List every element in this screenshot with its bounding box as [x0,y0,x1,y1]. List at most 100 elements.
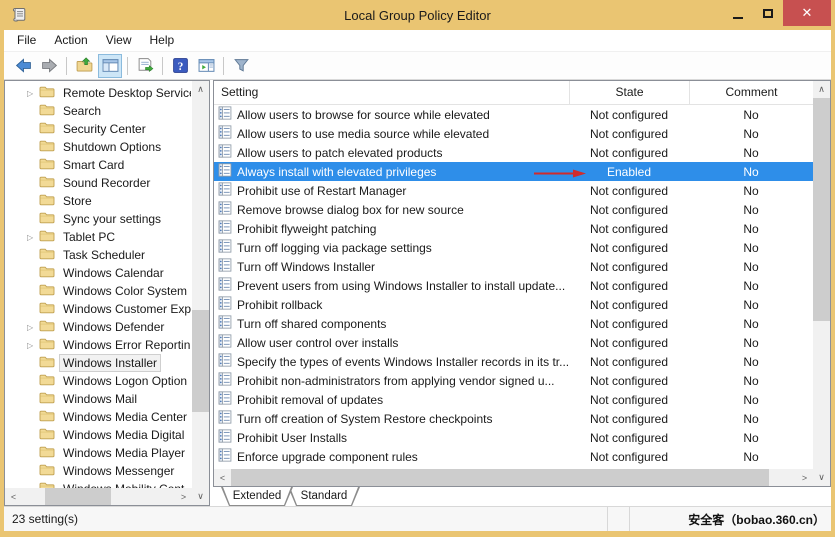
filter-button[interactable] [229,54,253,78]
tree-item[interactable]: ▷ Task Scheduler [5,246,192,264]
toolbar-separator [127,57,128,75]
policy-row[interactable]: Turn off Windows Installer Not configure… [214,257,813,276]
list-hscroll-thumb[interactable] [231,469,769,486]
close-button[interactable]: ✕ [783,0,831,26]
chevron-right-icon[interactable]: ▷ [27,89,39,98]
policy-row[interactable]: Turn off logging via package settings No… [214,238,813,257]
column-header-setting[interactable]: Setting [214,81,569,104]
folder-icon [39,229,55,245]
list-vscroll-thumb[interactable] [813,98,830,321]
policy-setting-icon [218,334,232,351]
tree-vertical-scrollbar[interactable]: ∧ ∨ [192,81,209,505]
column-header-comment[interactable]: Comment [689,81,813,104]
tree-item[interactable]: ▷ Windows Installer [5,354,192,372]
tree-item-label: Shutdown Options [63,140,161,154]
row-state: Not configured [569,374,689,388]
scroll-right-icon[interactable]: > [796,469,813,486]
policy-row[interactable]: Prohibit User Installs Not configured No [214,428,813,447]
policy-row[interactable]: Prohibit flyweight patching Not configur… [214,219,813,238]
back-button[interactable] [11,54,35,78]
minimize-icon [733,17,743,19]
main-area: ▷ Remote Desktop Service ▷ Search ▷ Secu… [4,80,831,506]
show-console-tree-button[interactable] [98,54,122,78]
tree-item[interactable]: ▷ Store [5,192,192,210]
policy-setting-icon [218,353,232,370]
chevron-right-icon[interactable]: ▷ [27,323,39,332]
view-tab[interactable]: Standard [288,487,360,506]
help-button[interactable]: ? [168,54,192,78]
tree-item[interactable]: ▷ Windows Error Reportin [5,336,192,354]
menu-item[interactable]: File [8,30,45,51]
scroll-down-icon[interactable]: ∨ [192,488,209,505]
menu-item[interactable]: Action [45,30,96,51]
up-one-level-button[interactable] [72,54,96,78]
row-setting: Always install with elevated privileges [237,165,436,179]
tree-hscroll-thumb[interactable] [45,488,111,505]
policy-row[interactable]: Turn off creation of System Restore chec… [214,409,813,428]
maximize-button[interactable] [753,0,783,26]
minimize-button[interactable] [723,0,753,26]
policy-row[interactable]: Allow users to use media source while el… [214,124,813,143]
tree-item[interactable]: ▷ Windows Messenger [5,462,192,480]
tree-item[interactable]: ▷ Windows Customer Exp [5,300,192,318]
tree-vscroll-thumb[interactable] [192,310,209,412]
tree-item[interactable]: ▷ Windows Calendar [5,264,192,282]
policy-row[interactable]: Prohibit rollback Not configured No [214,295,813,314]
tree-item[interactable]: ▷ Search [5,102,192,120]
tree-item[interactable]: ▷ Tablet PC [5,228,192,246]
tree-item[interactable]: ▷ Windows Mail [5,390,192,408]
scroll-down-icon[interactable]: ∨ [813,469,830,486]
policy-row[interactable]: Specify the types of events Windows Inst… [214,352,813,371]
folder-icon [39,373,55,389]
tree-item[interactable]: ▷ Security Center [5,120,192,138]
policy-row[interactable]: Allow users to browse for source while e… [214,105,813,124]
export-list-button[interactable] [133,54,157,78]
policy-row[interactable]: Enforce upgrade component rules Not conf… [214,447,813,466]
policy-row[interactable]: Prohibit non-administrators from applyin… [214,371,813,390]
tree-item[interactable]: ▷ Shutdown Options [5,138,192,156]
scroll-right-icon[interactable]: > [175,488,192,505]
scroll-left-icon[interactable]: < [5,488,22,505]
tree-item[interactable]: ▷ Windows Logon Option [5,372,192,390]
menu-item[interactable]: Help [141,30,184,51]
policy-row[interactable]: Prohibit removal of updates Not configur… [214,390,813,409]
scroll-up-icon[interactable]: ∧ [813,81,830,98]
export-list-icon [137,57,154,74]
watermark-text: 安全客（bobao.360.cn） [630,507,831,531]
policy-row[interactable]: Remove browse dialog box for new source … [214,200,813,219]
tree-item[interactable]: ▷ Remote Desktop Service [5,84,192,102]
chevron-right-icon[interactable]: ▷ [27,341,39,350]
list-vertical-scrollbar[interactable]: ∧ ∨ [813,81,830,486]
list-rows: Allow users to browse for source while e… [214,105,813,469]
list-horizontal-scrollbar[interactable]: < > [214,469,813,486]
policy-row[interactable]: Always install with elevated privileges … [214,162,813,181]
scroll-left-icon[interactable]: < [214,469,231,486]
tree-item-label: Windows Error Reportin [63,338,190,352]
tree-item[interactable]: ▷ Windows Mobility Cent [5,480,192,488]
policy-row[interactable]: Allow user control over installs Not con… [214,333,813,352]
menu-item[interactable]: View [97,30,141,51]
policy-row[interactable]: Allow users to patch elevated products N… [214,143,813,162]
tree-item[interactable]: ▷ Windows Defender [5,318,192,336]
folder-icon [39,265,55,281]
policy-row[interactable]: Prevent users from using Windows Install… [214,276,813,295]
tree-item[interactable]: ▷ Sync your settings [5,210,192,228]
policy-row[interactable]: Turn off shared components Not configure… [214,314,813,333]
show-action-pane-button[interactable] [194,54,218,78]
tree-item[interactable]: ▷ Windows Media Player [5,444,192,462]
policy-row[interactable]: Prohibit use of Restart Manager Not conf… [214,181,813,200]
tree-item[interactable]: ▷ Sound Recorder [5,174,192,192]
window-title: Local Group Policy Editor [4,8,831,23]
view-tab[interactable]: Extended [221,487,293,506]
tree-item[interactable]: ▷ Windows Media Digital [5,426,192,444]
tree-horizontal-scrollbar[interactable]: < > [5,488,192,505]
tree-item[interactable]: ▷ Windows Color System [5,282,192,300]
row-state: Not configured [569,431,689,445]
forward-button[interactable] [37,54,61,78]
tree-item[interactable]: ▷ Windows Media Center [5,408,192,426]
tree-item[interactable]: ▷ Smart Card [5,156,192,174]
scroll-up-icon[interactable]: ∧ [192,81,209,98]
chevron-right-icon[interactable]: ▷ [27,233,39,242]
tree-item-label: Sound Recorder [63,176,150,190]
column-header-state[interactable]: State [569,81,689,104]
